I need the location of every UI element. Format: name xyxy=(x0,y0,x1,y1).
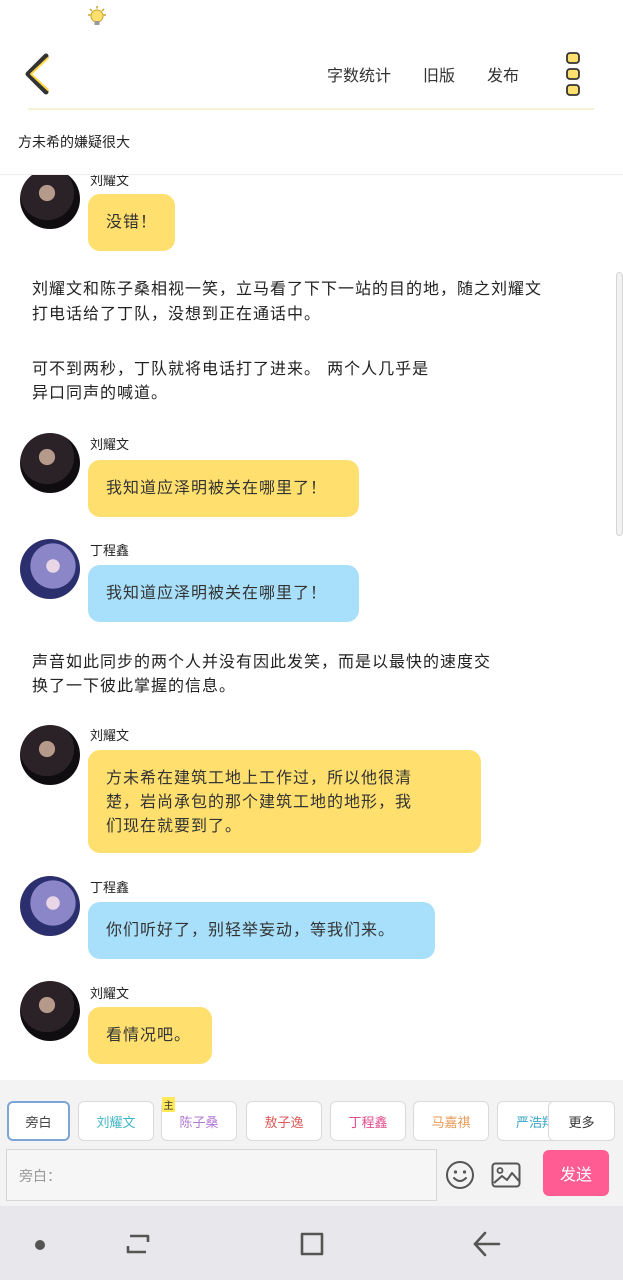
message-line: 楚，岩尚承包的那个建筑工地的地形，我 xyxy=(106,792,413,811)
top-bar: 字数统计 旧版 发布 xyxy=(0,34,623,112)
chip-character[interactable]: 主 陈子桑 xyxy=(161,1097,237,1141)
avatar xyxy=(20,981,80,1041)
speaker-name: 刘耀文 xyxy=(90,438,130,453)
chip-label: 马嘉祺 xyxy=(431,1115,471,1131)
message-bubble: 方未希在建筑工地上工作过，所以他很清 楚，岩尚承包的那个建筑工地的地形，我 们现… xyxy=(88,750,481,853)
status-bar xyxy=(0,0,623,34)
chip-label: 丁程鑫 xyxy=(348,1115,388,1131)
chip-character[interactable]: 敖子逸 xyxy=(246,1101,322,1141)
story-title: 方未希的嫌疑很大 xyxy=(18,135,130,151)
narration-line: 异口同声的喊道。 xyxy=(32,383,169,402)
message-bubble: 你们听好了，别轻举妄动，等我们来。 xyxy=(88,902,435,959)
scrollbar[interactable] xyxy=(616,272,623,536)
lightbulb-icon xyxy=(88,6,106,25)
avatar xyxy=(20,175,80,229)
chip-character[interactable]: 马嘉祺 xyxy=(413,1101,489,1141)
speaker-name: 刘耀文 xyxy=(90,729,130,744)
narration-line: 可不到两秒，丁队就将电话打了进来。 两个人几乎是 xyxy=(32,359,430,378)
back-chevron-icon[interactable] xyxy=(22,52,54,96)
chip-label: 刘耀文 xyxy=(96,1115,136,1131)
message-bubble: 我知道应泽明被关在哪里了！ xyxy=(88,460,359,517)
header-divider xyxy=(28,108,594,110)
old-version-button[interactable]: 旧版 xyxy=(423,62,455,86)
main-badge: 主 xyxy=(162,1097,175,1112)
message-line: 方未希在建筑工地上工作过，所以他很清 xyxy=(106,768,413,787)
nav-home-icon[interactable] xyxy=(298,1230,326,1258)
chip-label: 敖子逸 xyxy=(264,1115,304,1131)
chip-narrator[interactable]: 旁白 xyxy=(7,1101,70,1141)
narration-line: 换了一下彼此掌握的信息。 xyxy=(32,676,237,695)
chip-character[interactable]: 丁程鑫 xyxy=(330,1101,406,1141)
avatar xyxy=(20,539,80,599)
publish-button[interactable]: 发布 xyxy=(487,62,519,86)
chip-label: 陈子桑 xyxy=(179,1115,219,1131)
narration-line: 打电话给了丁队，没想到正在通话中。 xyxy=(32,304,322,323)
emoji-icon[interactable] xyxy=(445,1160,475,1190)
message-input[interactable]: 旁白： xyxy=(6,1149,437,1201)
send-button[interactable]: 发送 xyxy=(543,1150,609,1196)
message-bubble: 我知道应泽明被关在哪里了！ xyxy=(88,565,359,622)
avatar xyxy=(20,876,80,936)
more-vertical-icon[interactable] xyxy=(565,52,581,96)
avatar xyxy=(20,433,80,493)
message-bubble: 没错！ xyxy=(88,194,175,251)
image-icon[interactable] xyxy=(491,1162,521,1188)
more-characters-button[interactable]: 更多 xyxy=(548,1101,615,1141)
chip-label: 旁白 xyxy=(25,1115,52,1131)
word-count-button[interactable]: 字数统计 xyxy=(327,62,391,86)
narration-line: 刘耀文和陈子桑相视一笑，立马看了下下一站的目的地，随之刘耀文 xyxy=(32,279,543,298)
speaker-name: 刘耀文 xyxy=(90,175,130,189)
nav-back-icon[interactable] xyxy=(472,1230,502,1258)
avatar xyxy=(20,725,80,785)
top-actions: 字数统计 旧版 发布 xyxy=(327,62,519,86)
more-label: 更多 xyxy=(568,1115,595,1131)
nav-dot-icon xyxy=(35,1240,45,1250)
nav-recent-icon[interactable] xyxy=(124,1230,152,1258)
character-selector: 旁白 刘耀文 主 陈子桑 敖子逸 丁程鑫 马嘉祺 严浩翔 更多 xyxy=(0,1097,623,1143)
input-placeholder: 旁白： xyxy=(19,1169,61,1185)
message-line: 们现在就要到了。 xyxy=(106,816,243,835)
speaker-name: 丁程鑫 xyxy=(90,544,130,559)
speaker-name: 丁程鑫 xyxy=(90,881,130,896)
narration-line: 声音如此同步的两个人并没有因此发笑，而是以最快的速度交 xyxy=(32,652,492,671)
system-nav-bar xyxy=(0,1206,623,1280)
message-bubble: 看情况吧。 xyxy=(88,1007,212,1064)
chip-character[interactable]: 刘耀文 xyxy=(78,1101,154,1141)
speaker-name: 刘耀文 xyxy=(90,987,130,1002)
story-content[interactable]: 刘耀文 没错！ 刘耀文和陈子桑相视一笑，立马看了下下一站的目的地，随之刘耀文 打… xyxy=(0,175,623,1080)
app-root: { "header": { "actions": ["字数统计", "旧版", … xyxy=(0,0,623,1280)
